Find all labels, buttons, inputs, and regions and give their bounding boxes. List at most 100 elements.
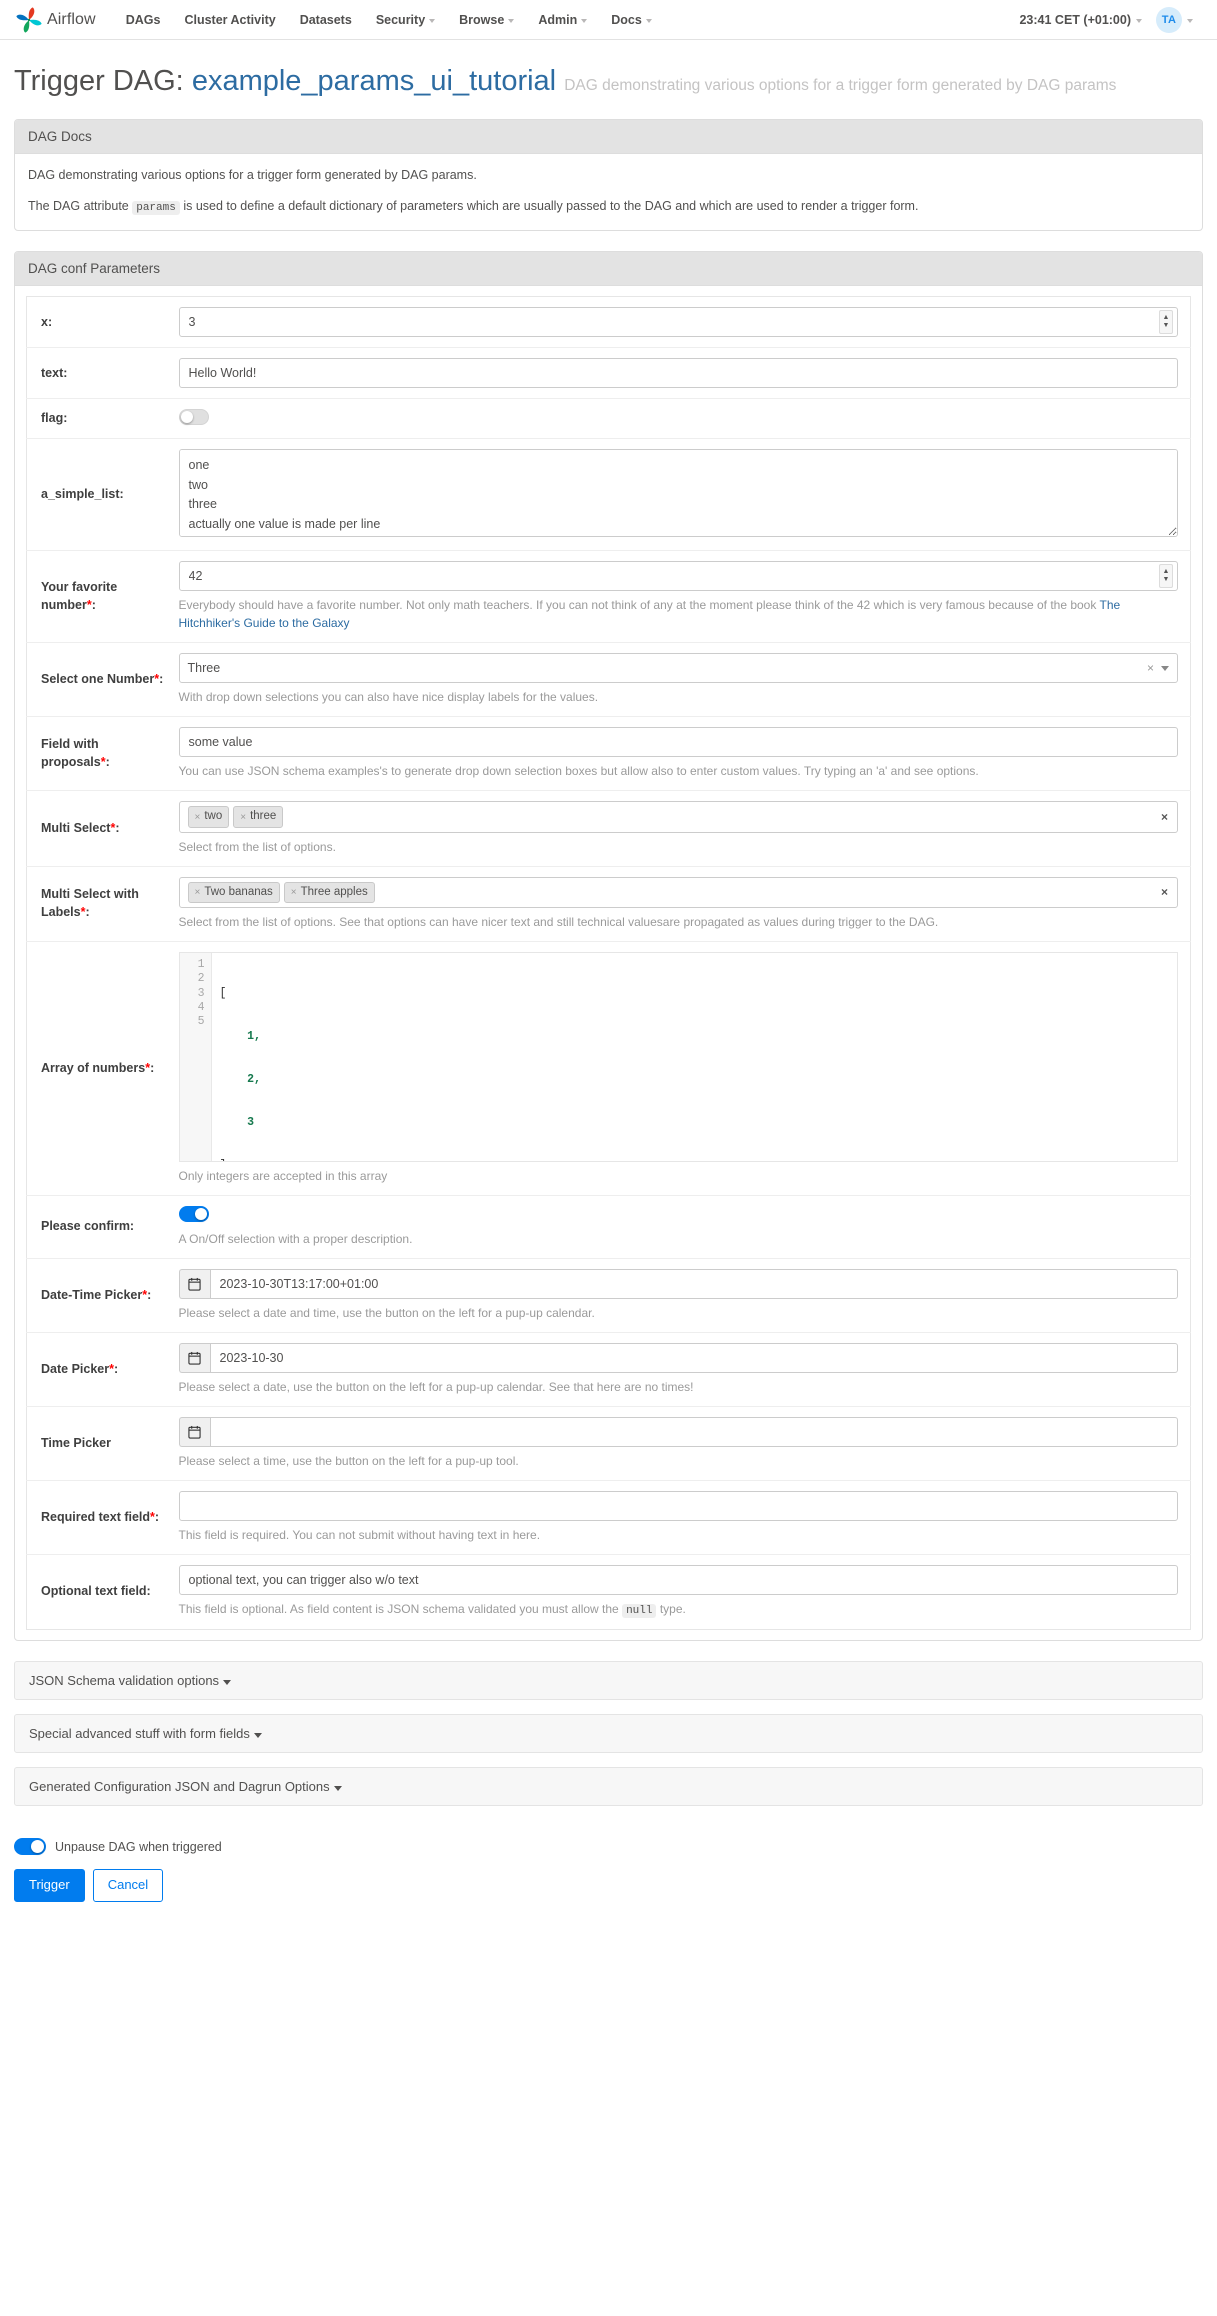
date-input-group [178,1342,1178,1373]
favorite-number-stepper[interactable]: ▲ ▼ [1159,564,1173,589]
action-buttons: Trigger Cancel [14,1869,1203,1902]
tag-label: Two bananas [204,885,273,898]
form-row-datetime-picker: Date-Time Picker*: 2023-10-30T13:17:00+0… [26,1258,1191,1333]
multi-select-tag[interactable]: × two [187,806,230,828]
cancel-button[interactable]: Cancel [92,1869,164,1902]
chevron-down-icon [508,18,515,23]
remove-tag-icon[interactable]: × [240,810,246,825]
nav-label: DAGs [125,12,161,27]
clear-all-icon[interactable]: × [1161,810,1168,824]
nav-label: Admin [538,12,578,27]
form-row-please-confirm: Please confirm: A On/Off selection with … [26,1195,1191,1259]
label-text: Multi Select [41,820,111,835]
clear-selection-icon[interactable]: × [1140,661,1161,675]
required-text-input[interactable] [178,1490,1178,1521]
remove-tag-icon[interactable]: × [195,810,201,825]
nav-label: Cluster Activity [184,12,276,27]
remove-tag-icon[interactable]: × [291,885,297,900]
unpause-dag-toggle[interactable] [14,1838,46,1856]
field-text [175,348,1191,399]
toggle-knob [194,1207,207,1220]
multi-select-tag[interactable]: × three [233,806,284,828]
field-with-proposals-input[interactable] [178,727,1178,758]
favorite-number-input[interactable] [178,561,1178,592]
label-text: Your favorite number [41,580,118,612]
date-picker-input[interactable] [209,1342,1178,1373]
dag-description: DAG demonstrating various options for a … [564,77,1117,94]
required-marker: * [145,1060,151,1075]
timezone-selector[interactable]: 23:41 CET (+01:00) [1019,13,1142,27]
code-content[interactable]: [ 1, 2, 3 ] [212,953,330,1161]
docs-text-before: The DAG attribute [28,198,129,213]
select-one-number-dropdown[interactable]: Three × [178,653,1178,684]
please-confirm-toggle[interactable] [178,1205,209,1222]
multi-select-labels-box[interactable]: × Two bananas × Three apples × [178,876,1178,908]
user-menu[interactable]: TA [1156,6,1193,33]
stepper-down-icon: ▼ [1162,322,1170,330]
nav-item-security[interactable]: Security [364,7,447,33]
line-number: 5 [197,1015,205,1029]
trigger-button[interactable]: Trigger [14,1869,85,1902]
x-stepper[interactable]: ▲ ▼ [1159,310,1173,335]
code-line: ] [220,1159,330,1161]
dag-docs-panel: DAG Docs DAG demonstrating various optio… [14,119,1203,232]
text-input[interactable] [178,358,1178,389]
label-multi-select: Multi Select*: [41,820,120,835]
dag-docs-header: DAG Docs [15,120,1202,155]
main-navbar: Airflow DAGs Cluster Activity Datasets S… [0,0,1217,40]
calendar-icon[interactable] [178,1342,210,1373]
form-row-field-with-proposals: Field with proposals*: You can use JSON … [26,717,1191,791]
a-simple-list-textarea[interactable]: one two three actually one value is made… [178,449,1178,538]
nav-label: Docs [611,12,642,27]
label-please-confirm: Please confirm: [41,1219,135,1234]
nav-item-browse[interactable]: Browse [447,7,526,33]
calendar-icon[interactable] [178,1416,210,1447]
unpause-label: Unpause DAG when triggered [55,1839,222,1854]
label-text: Date Picker [41,1361,110,1376]
clear-all-icon[interactable]: × [1161,885,1168,899]
time-picker-input[interactable] [209,1416,1178,1447]
label-flag: flag: [41,411,68,426]
accordion-label: JSON Schema validation options [29,1673,220,1689]
brand-logo-link[interactable]: Airflow [14,5,96,35]
nav-item-dags[interactable]: DAGs [114,7,173,33]
dag-name-link[interactable]: example_params_ui_tutorial [192,65,556,97]
nav-item-datasets[interactable]: Datasets [288,7,364,33]
array-of-numbers-code-editor[interactable]: 1 2 3 4 5 [ 1, 2, 3 [178,951,1178,1162]
dag-conf-parameters-panel: DAG conf Parameters x: ▲ ▼ [14,251,1203,1642]
line-number: 1 [197,957,205,971]
required-marker: * [109,1361,114,1376]
datetime-picker-input[interactable] [209,1268,1178,1299]
form-row-time-picker: Time Picker Please select a time, use th… [26,1406,1191,1481]
help-favorite-number: Everybody should have a favorite number.… [179,596,1179,632]
field-multi-select-labels: × Two bananas × Three apples × Select fr… [175,866,1191,941]
form-row-array-of-numbers: Array of numbers*: 1 2 3 4 5 [1, 2, 3 O… [26,941,1191,1196]
flag-toggle[interactable] [178,409,209,426]
multi-select-box[interactable]: × two × three × [178,801,1178,833]
optional-text-input[interactable] [178,1564,1178,1595]
multi-select-tag[interactable]: × Two bananas [187,881,280,903]
multi-select-tag[interactable]: × Three apples [283,881,375,903]
chevron-down-icon [581,18,588,23]
field-favorite-number: ▲ ▼ Everybody should have a favorite num… [175,551,1191,643]
remove-tag-icon[interactable]: × [195,885,201,900]
help-multi-select-labels: Select from the list of options. See tha… [178,914,939,929]
accordion-json-schema-validation-options[interactable]: JSON Schema validation options [14,1661,1203,1701]
nav-item-admin[interactable]: Admin [526,7,599,33]
form-row-favorite-number: Your favorite number*: ▲ ▼ Everybody sho… [26,551,1191,643]
accordion-generated-configuration-json[interactable]: Generated Configuration JSON and Dagrun … [14,1767,1203,1807]
form-row-text: text: [26,348,1191,399]
dag-docs-paragraph-1: DAG demonstrating various options for a … [28,168,477,183]
accordion-special-advanced-stuff[interactable]: Special advanced stuff with form fields [14,1714,1203,1754]
form-row-required-text: Required text field*: This field is requ… [26,1480,1191,1555]
toggle-knob [31,1840,44,1854]
field-field-with-proposals: You can use JSON schema examples's to ge… [175,717,1191,791]
x-input[interactable] [178,307,1178,338]
navbar-right: 23:41 CET (+01:00) TA [1019,6,1203,33]
calendar-icon[interactable] [178,1268,210,1299]
label-text: Select one Number [41,672,155,687]
nav-item-docs[interactable]: Docs [599,7,664,33]
label-field-with-proposals: Field with proposals*: [41,737,110,769]
favorite-number-wrap: ▲ ▼ [178,561,1178,592]
nav-item-cluster-activity[interactable]: Cluster Activity [172,7,287,33]
